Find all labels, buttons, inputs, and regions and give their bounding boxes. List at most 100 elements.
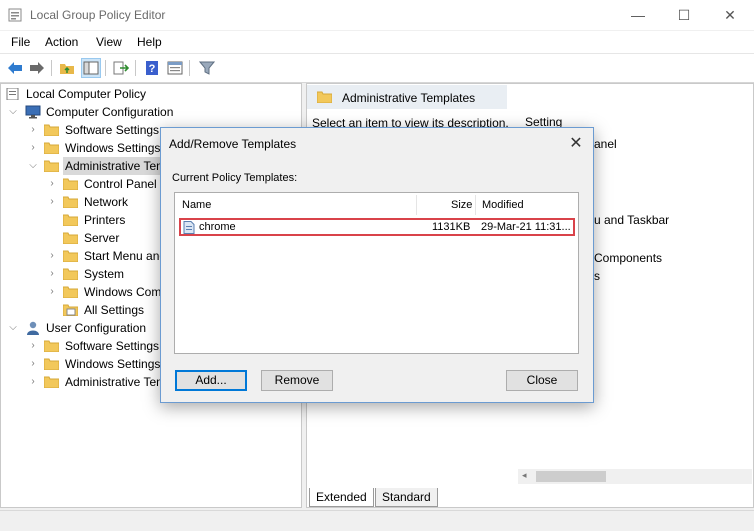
chevron-right-icon[interactable]: › bbox=[47, 247, 57, 265]
folder-icon bbox=[44, 124, 59, 136]
templates-list[interactable]: Name Size Modified chrome 1131KB 29-Mar-… bbox=[174, 192, 579, 354]
chevron-down-icon[interactable]: ⌵ bbox=[8, 319, 18, 337]
minimize-button[interactable]: — bbox=[616, 0, 660, 30]
details-item-windows-components[interactable]: Components bbox=[594, 251, 662, 265]
templates-label: Current Policy Templates: bbox=[172, 172, 298, 184]
details-header-title: Administrative Templates bbox=[342, 91, 476, 105]
details-item-all-settings[interactable]: s bbox=[594, 269, 600, 283]
tree-label: Local Computer Policy bbox=[26, 87, 147, 101]
tree-label: Server bbox=[84, 231, 120, 245]
help-icon: ? bbox=[146, 61, 158, 75]
close-button[interactable]: ✕ bbox=[708, 0, 752, 30]
export-list-button[interactable] bbox=[111, 58, 131, 78]
chevron-right-icon[interactable]: › bbox=[47, 265, 57, 283]
filter-button[interactable] bbox=[197, 58, 217, 78]
folder-icon bbox=[44, 358, 59, 370]
tree-label: Computer Configuration bbox=[46, 105, 174, 119]
folder-icon bbox=[63, 196, 78, 208]
chevron-right-icon[interactable]: › bbox=[47, 193, 57, 211]
tree-label: Software Settings bbox=[65, 339, 160, 353]
status-bar bbox=[0, 510, 754, 531]
tree-label: Network bbox=[84, 195, 129, 209]
forward-button[interactable] bbox=[27, 58, 47, 78]
tree-label: User Configuration bbox=[46, 321, 147, 335]
menu-help[interactable]: Help bbox=[137, 35, 162, 49]
chevron-right-icon[interactable]: › bbox=[28, 121, 38, 139]
folder-icon bbox=[63, 214, 78, 226]
all-settings-icon bbox=[63, 304, 78, 316]
view-tabs: Extended Standard bbox=[307, 488, 753, 507]
menu-action[interactable]: Action bbox=[45, 35, 78, 49]
up-level-button[interactable] bbox=[57, 58, 77, 78]
chevron-right-icon[interactable]: › bbox=[28, 337, 38, 355]
column-header-modified[interactable]: Modified bbox=[482, 195, 524, 215]
add-button[interactable]: Add... bbox=[175, 370, 247, 391]
minimize-icon: — bbox=[631, 7, 645, 23]
scrollbar-thumb[interactable] bbox=[536, 471, 606, 482]
folder-icon bbox=[317, 91, 332, 103]
close-icon: ✕ bbox=[724, 6, 736, 23]
list-item[interactable]: chrome 1131KB 29-Mar-21 11:31... bbox=[179, 218, 575, 236]
computer-icon bbox=[25, 105, 41, 119]
up-folder-icon bbox=[60, 64, 74, 74]
folder-icon bbox=[63, 286, 78, 298]
show-hide-tree-button[interactable] bbox=[81, 58, 101, 78]
tree-label: Windows Settings bbox=[65, 357, 161, 371]
back-arrow-icon bbox=[8, 62, 22, 74]
folder-open-icon bbox=[44, 160, 59, 172]
filter-icon bbox=[199, 61, 215, 75]
folder-icon bbox=[63, 250, 78, 262]
template-size: 1131KB bbox=[432, 221, 471, 233]
folder-icon bbox=[44, 340, 59, 352]
title-bar: Local Group Policy Editor — ☐ ✕ bbox=[0, 0, 754, 30]
show-hide-tree-icon bbox=[83, 61, 99, 75]
tree-label: All Settings bbox=[84, 303, 145, 317]
remove-button[interactable]: Remove bbox=[261, 370, 333, 391]
folder-icon bbox=[63, 232, 78, 244]
menu-file[interactable]: File bbox=[11, 35, 30, 49]
tree-label: System bbox=[84, 267, 125, 281]
column-header-name[interactable]: Name bbox=[182, 195, 211, 215]
details-item-start-menu[interactable]: u and Taskbar bbox=[594, 213, 669, 227]
column-header-size[interactable]: Size bbox=[451, 195, 472, 215]
menu-bar: File Action View Help bbox=[0, 31, 754, 53]
svg-text:?: ? bbox=[149, 63, 156, 75]
add-remove-templates-dialog: Add/Remove Templates ✕ Current Policy Te… bbox=[160, 127, 594, 403]
close-icon: ✕ bbox=[569, 135, 583, 152]
tree-label: Control Panel bbox=[84, 177, 157, 191]
chevron-right-icon[interactable]: › bbox=[28, 355, 38, 373]
window-title: Local Group Policy Editor bbox=[30, 8, 166, 22]
export-list-icon bbox=[113, 61, 129, 75]
chevron-right-icon[interactable]: › bbox=[47, 175, 57, 193]
menu-view[interactable]: View bbox=[96, 35, 122, 49]
maximize-icon: ☐ bbox=[677, 6, 691, 23]
back-button[interactable] bbox=[5, 58, 25, 78]
folder-icon bbox=[44, 376, 59, 388]
tab-extended[interactable]: Extended bbox=[309, 488, 374, 507]
chevron-right-icon[interactable]: › bbox=[28, 139, 38, 157]
policy-document-icon bbox=[6, 88, 19, 100]
chevron-down-icon[interactable]: ⌵ bbox=[28, 157, 38, 175]
tree-label: Printers bbox=[84, 213, 126, 227]
folder-icon bbox=[63, 268, 78, 280]
chevron-right-icon[interactable]: › bbox=[28, 373, 38, 391]
help-button[interactable]: ? bbox=[142, 58, 162, 78]
details-header: Administrative Templates bbox=[307, 85, 753, 109]
chevron-down-icon[interactable]: ⌵ bbox=[8, 103, 18, 121]
tree-label: Windows Settings bbox=[65, 141, 161, 155]
dialog-close-action-button[interactable]: Close bbox=[506, 370, 578, 391]
properties-button[interactable] bbox=[165, 58, 185, 78]
dialog-title: Add/Remove Templates bbox=[169, 137, 297, 151]
chevron-right-icon[interactable]: › bbox=[47, 283, 57, 301]
properties-icon bbox=[167, 61, 183, 75]
scroll-left-icon[interactable]: ◂ bbox=[522, 470, 527, 481]
template-file-icon bbox=[183, 221, 195, 234]
maximize-button[interactable]: ☐ bbox=[662, 0, 706, 30]
tab-standard[interactable]: Standard bbox=[375, 488, 438, 507]
group-policy-icon bbox=[8, 8, 22, 22]
details-item-control-panel[interactable]: anel bbox=[594, 137, 617, 151]
dialog-close-button[interactable]: ✕ bbox=[565, 133, 587, 153]
toolbar: ? bbox=[0, 53, 754, 83]
folder-icon bbox=[63, 178, 78, 190]
tree-label: Software Settings bbox=[65, 123, 160, 137]
